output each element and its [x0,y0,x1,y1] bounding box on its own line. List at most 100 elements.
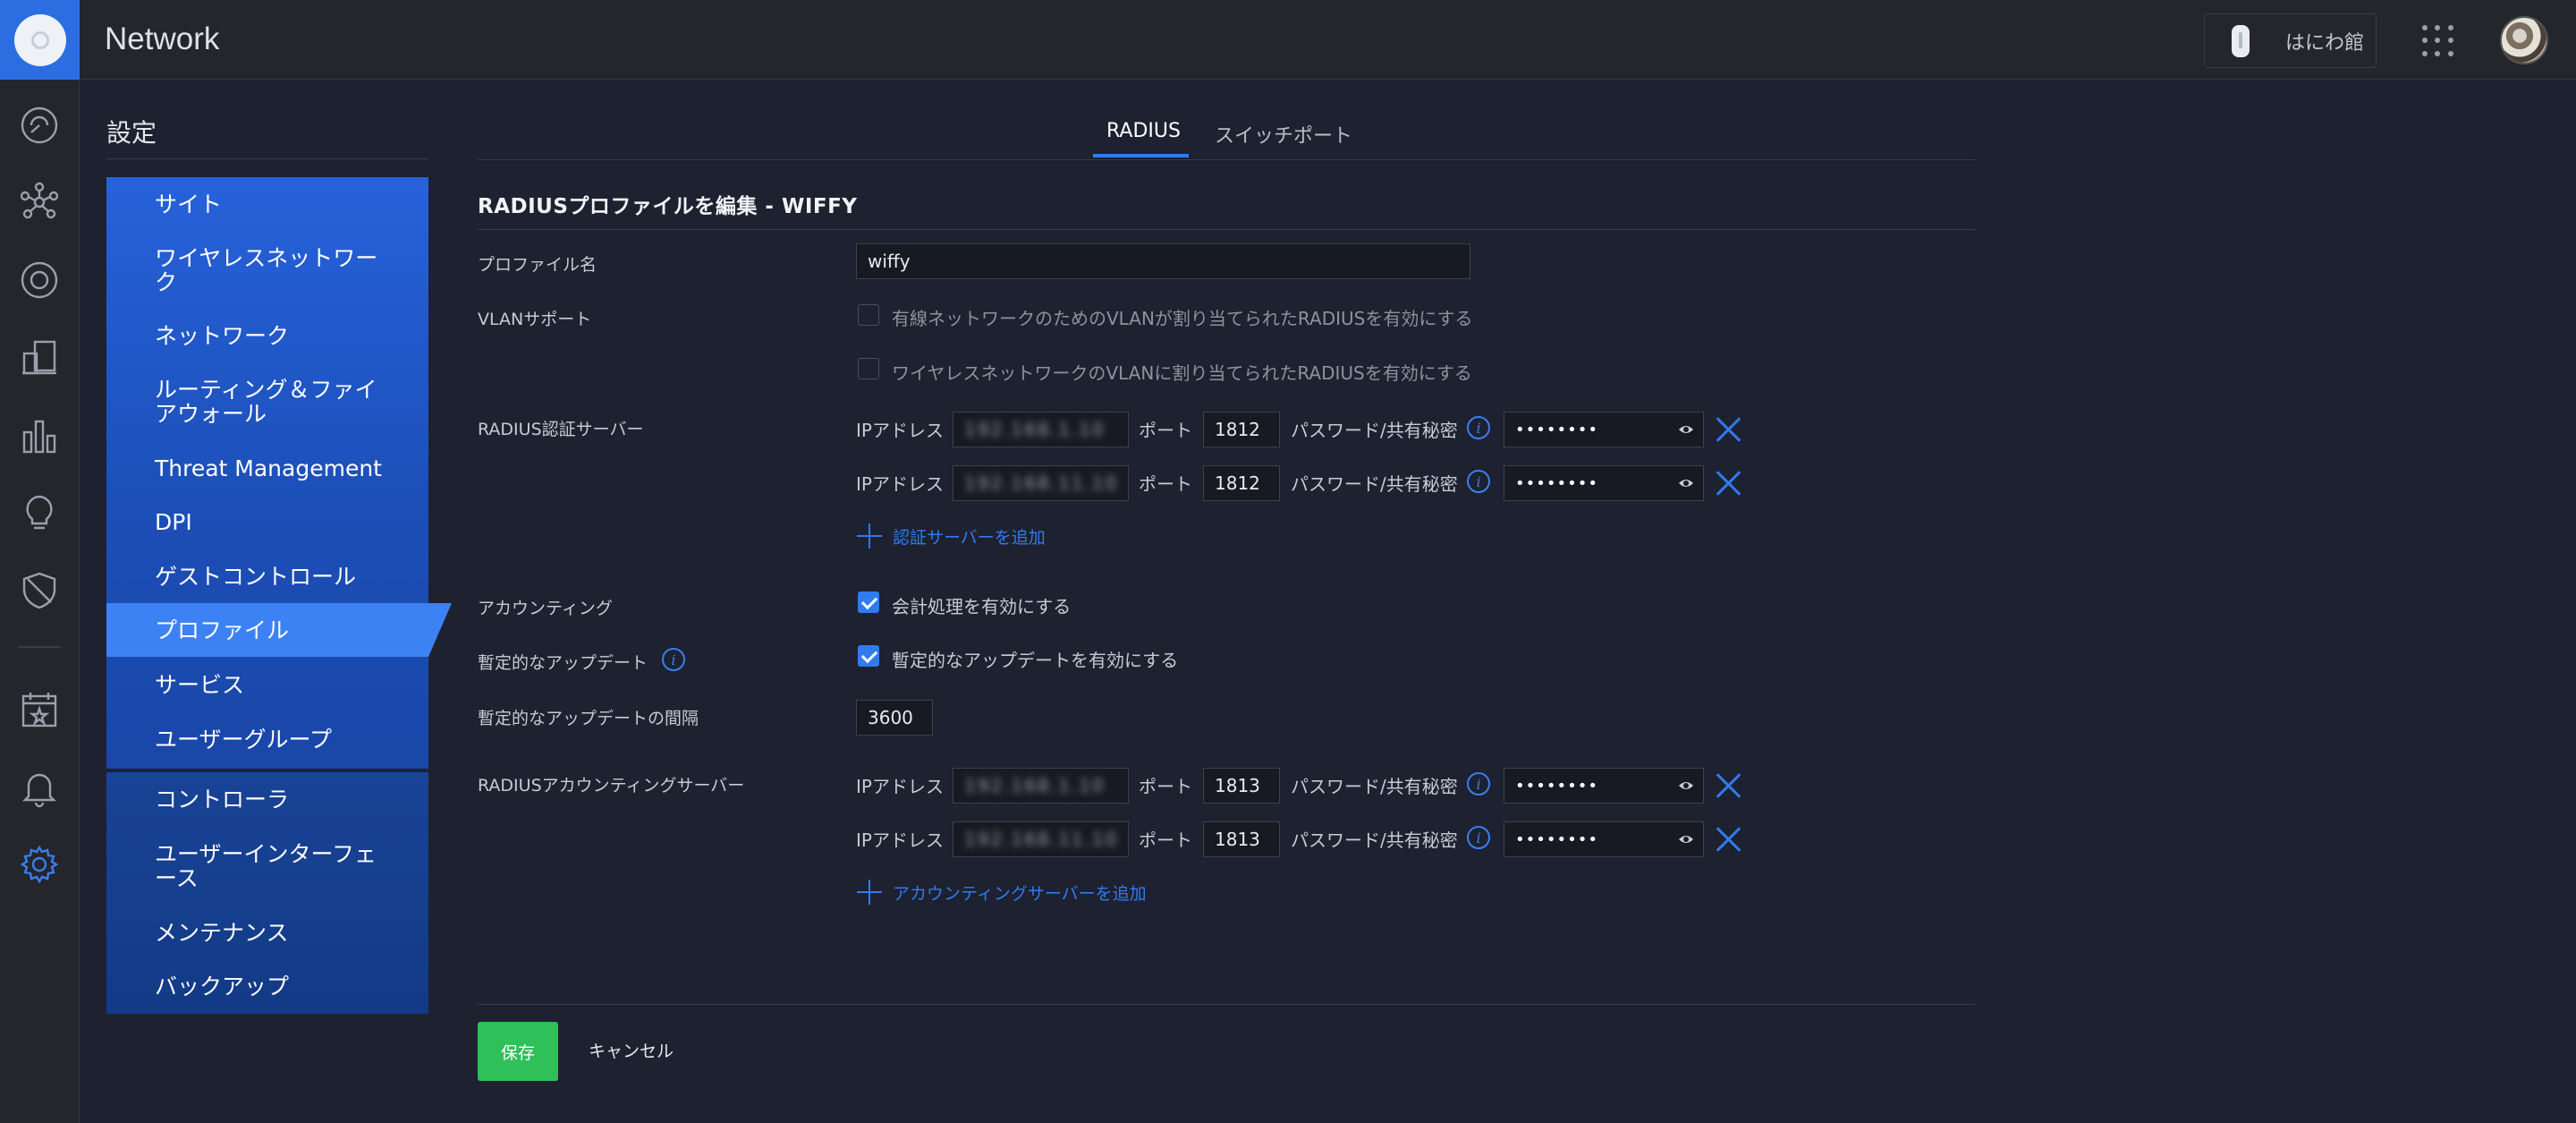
auth-port-input[interactable]: 1812 [1203,465,1280,501]
nav-item-maintenance[interactable]: メンテナンス [106,906,428,959]
eye-icon[interactable] [1678,832,1694,847]
ip-address-label: IPアドレス [856,420,944,441]
clients-icon[interactable] [18,336,61,379]
acct-port-input[interactable]: 1813 [1203,821,1280,857]
auth-secret-input[interactable]: •••••••• [1504,465,1704,501]
secret-label: パスワード/共有秘密 [1291,420,1458,441]
tab-bar: RADIUS スイッチポート [478,116,1975,160]
profile-name-label: プロファイル名 [478,255,597,275]
vlan-wired-checkbox[interactable] [858,304,879,326]
info-icon[interactable]: i [662,648,685,671]
accounting-label: アカウンティング [478,599,613,618]
divider [478,1004,1975,1005]
top-bar: Network はにわ館 [0,0,2576,80]
ip-address-label: IPアドレス [856,473,944,495]
profile-name-input[interactable]: wiffy [856,243,1470,279]
settings-nav-secondary: コントローラ ユーザーインターフェース メンテナンス バックアップ [106,772,428,1014]
nav-item-backup[interactable]: バックアップ [106,959,428,1014]
vlan-wireless-checkbox[interactable] [858,358,879,379]
settings-gear-icon[interactable] [18,843,61,886]
topology-icon[interactable] [18,181,61,224]
acct-ip-input[interactable]: 192.168.1.10 [953,768,1129,804]
alerts-bell-icon[interactable] [18,766,61,809]
tab-radius[interactable]: RADIUS [1106,120,1181,142]
tab-switch-port[interactable]: スイッチポート [1215,120,1352,149]
cancel-button[interactable]: キャンセル [589,1038,674,1062]
nav-item-wireless-networks[interactable]: ワイヤレスネットワーク [106,231,428,309]
shield-icon[interactable] [18,569,61,612]
port-label: ポート [1139,829,1192,851]
vlan-support-label: VLANサポート [478,310,592,329]
nav-item-networks[interactable]: ネットワーク [106,309,428,362]
nav-item-user-groups[interactable]: ユーザーグループ [106,712,428,766]
add-auth-server-link[interactable]: 認証サーバーを追加 [857,523,1046,549]
secret-label: パスワード/共有秘密 [1291,829,1458,851]
eye-icon[interactable] [1678,476,1694,490]
site-selector[interactable]: はにわ館 [2204,13,2377,68]
auth-ip-input[interactable]: 192.168.11.10 [953,465,1129,501]
info-icon[interactable]: i [1467,470,1490,493]
interim-update-checkbox[interactable] [858,645,879,667]
events-calendar-icon[interactable] [18,688,61,731]
ubiquiti-logo-icon[interactable] [0,0,80,80]
remove-acct-server-icon[interactable] [1716,772,1742,799]
port-label: ポート [1139,776,1192,797]
acct-port-input[interactable]: 1813 [1203,768,1280,804]
interim-update-label: 暫定的なアップデート [478,653,648,673]
remove-auth-server-icon[interactable] [1716,470,1742,497]
port-label: ポート [1139,473,1192,495]
eye-icon[interactable] [1678,778,1694,793]
ip-address-label: IPアドレス [856,829,944,851]
nav-item-guest-control[interactable]: ゲストコントロール [106,549,428,603]
ip-address-label: IPアドレス [856,776,944,797]
active-tab-indicator [1093,154,1189,157]
settings-nav-primary: サイト ワイヤレスネットワーク ネットワーク ルーティング＆ファイアウォール T… [106,177,452,769]
eye-icon[interactable] [1678,422,1694,437]
interim-interval-input[interactable]: 3600 [856,700,933,736]
vlan-wired-label: 有線ネットワークのためのVLANが割り当てられたRADIUSを有効にする [892,308,1473,329]
accounting-servers-label: RADIUSアカウンティングサーバー [478,776,745,795]
apps-grid-icon[interactable] [2422,25,2454,57]
insights-icon[interactable] [18,491,61,534]
acct-ip-input[interactable]: 192.168.11.10 [953,821,1129,857]
plus-icon [857,523,882,549]
auth-port-input[interactable]: 1812 [1203,412,1280,447]
rail-divider [18,646,61,648]
dashboard-icon[interactable] [18,104,61,147]
nav-item-dpi[interactable]: DPI [106,495,428,549]
device-icon [2232,24,2250,57]
acct-secret-input[interactable]: •••••••• [1504,821,1704,857]
remove-acct-server-icon[interactable] [1716,826,1742,853]
vlan-wireless-label: ワイヤレスネットワークのVLANに割り当てられたRADIUSを有効にする [892,362,1472,384]
nav-item-controller[interactable]: コントローラ [106,772,428,826]
secret-label: パスワード/共有秘密 [1291,473,1458,495]
divider [478,229,1975,230]
nav-item-threat-management[interactable]: Threat Management [106,441,428,495]
accounting-enable-label: 会計処理を有効にする [892,596,1072,617]
nav-item-profiles[interactable]: プロファイル [106,603,452,657]
auth-ip-input[interactable]: 192.168.1.10 [953,412,1129,447]
auth-secret-input[interactable]: •••••••• [1504,412,1704,447]
nav-item-site[interactable]: サイト [106,177,428,231]
avatar[interactable] [2500,16,2548,64]
info-icon[interactable]: i [1467,416,1490,439]
info-icon[interactable]: i [1467,772,1490,795]
port-label: ポート [1139,420,1192,441]
add-accounting-server-link[interactable]: アカウンティングサーバーを追加 [857,880,1147,905]
form-title: RADIUSプロファイルを編集 - WIFFY [478,195,858,218]
devices-icon[interactable] [18,259,61,302]
site-name: はにわ館 [2285,31,2365,55]
interim-enable-label: 暫定的なアップデートを有効にする [892,650,1179,671]
divider [106,158,428,159]
nav-item-routing-firewall[interactable]: ルーティング＆ファイアウォール [106,362,428,441]
nav-item-user-interface[interactable]: ユーザーインターフェース [106,826,428,906]
acct-secret-input[interactable]: •••••••• [1504,768,1704,804]
interim-interval-label: 暫定的なアップデートの間隔 [478,709,699,728]
save-button[interactable]: 保存 [478,1022,558,1081]
accounting-checkbox[interactable] [858,591,879,613]
remove-auth-server-icon[interactable] [1716,416,1742,443]
info-icon[interactable]: i [1467,826,1490,849]
nav-item-services[interactable]: サービス [106,657,428,712]
plus-icon [857,880,882,905]
statistics-icon[interactable] [18,413,61,456]
